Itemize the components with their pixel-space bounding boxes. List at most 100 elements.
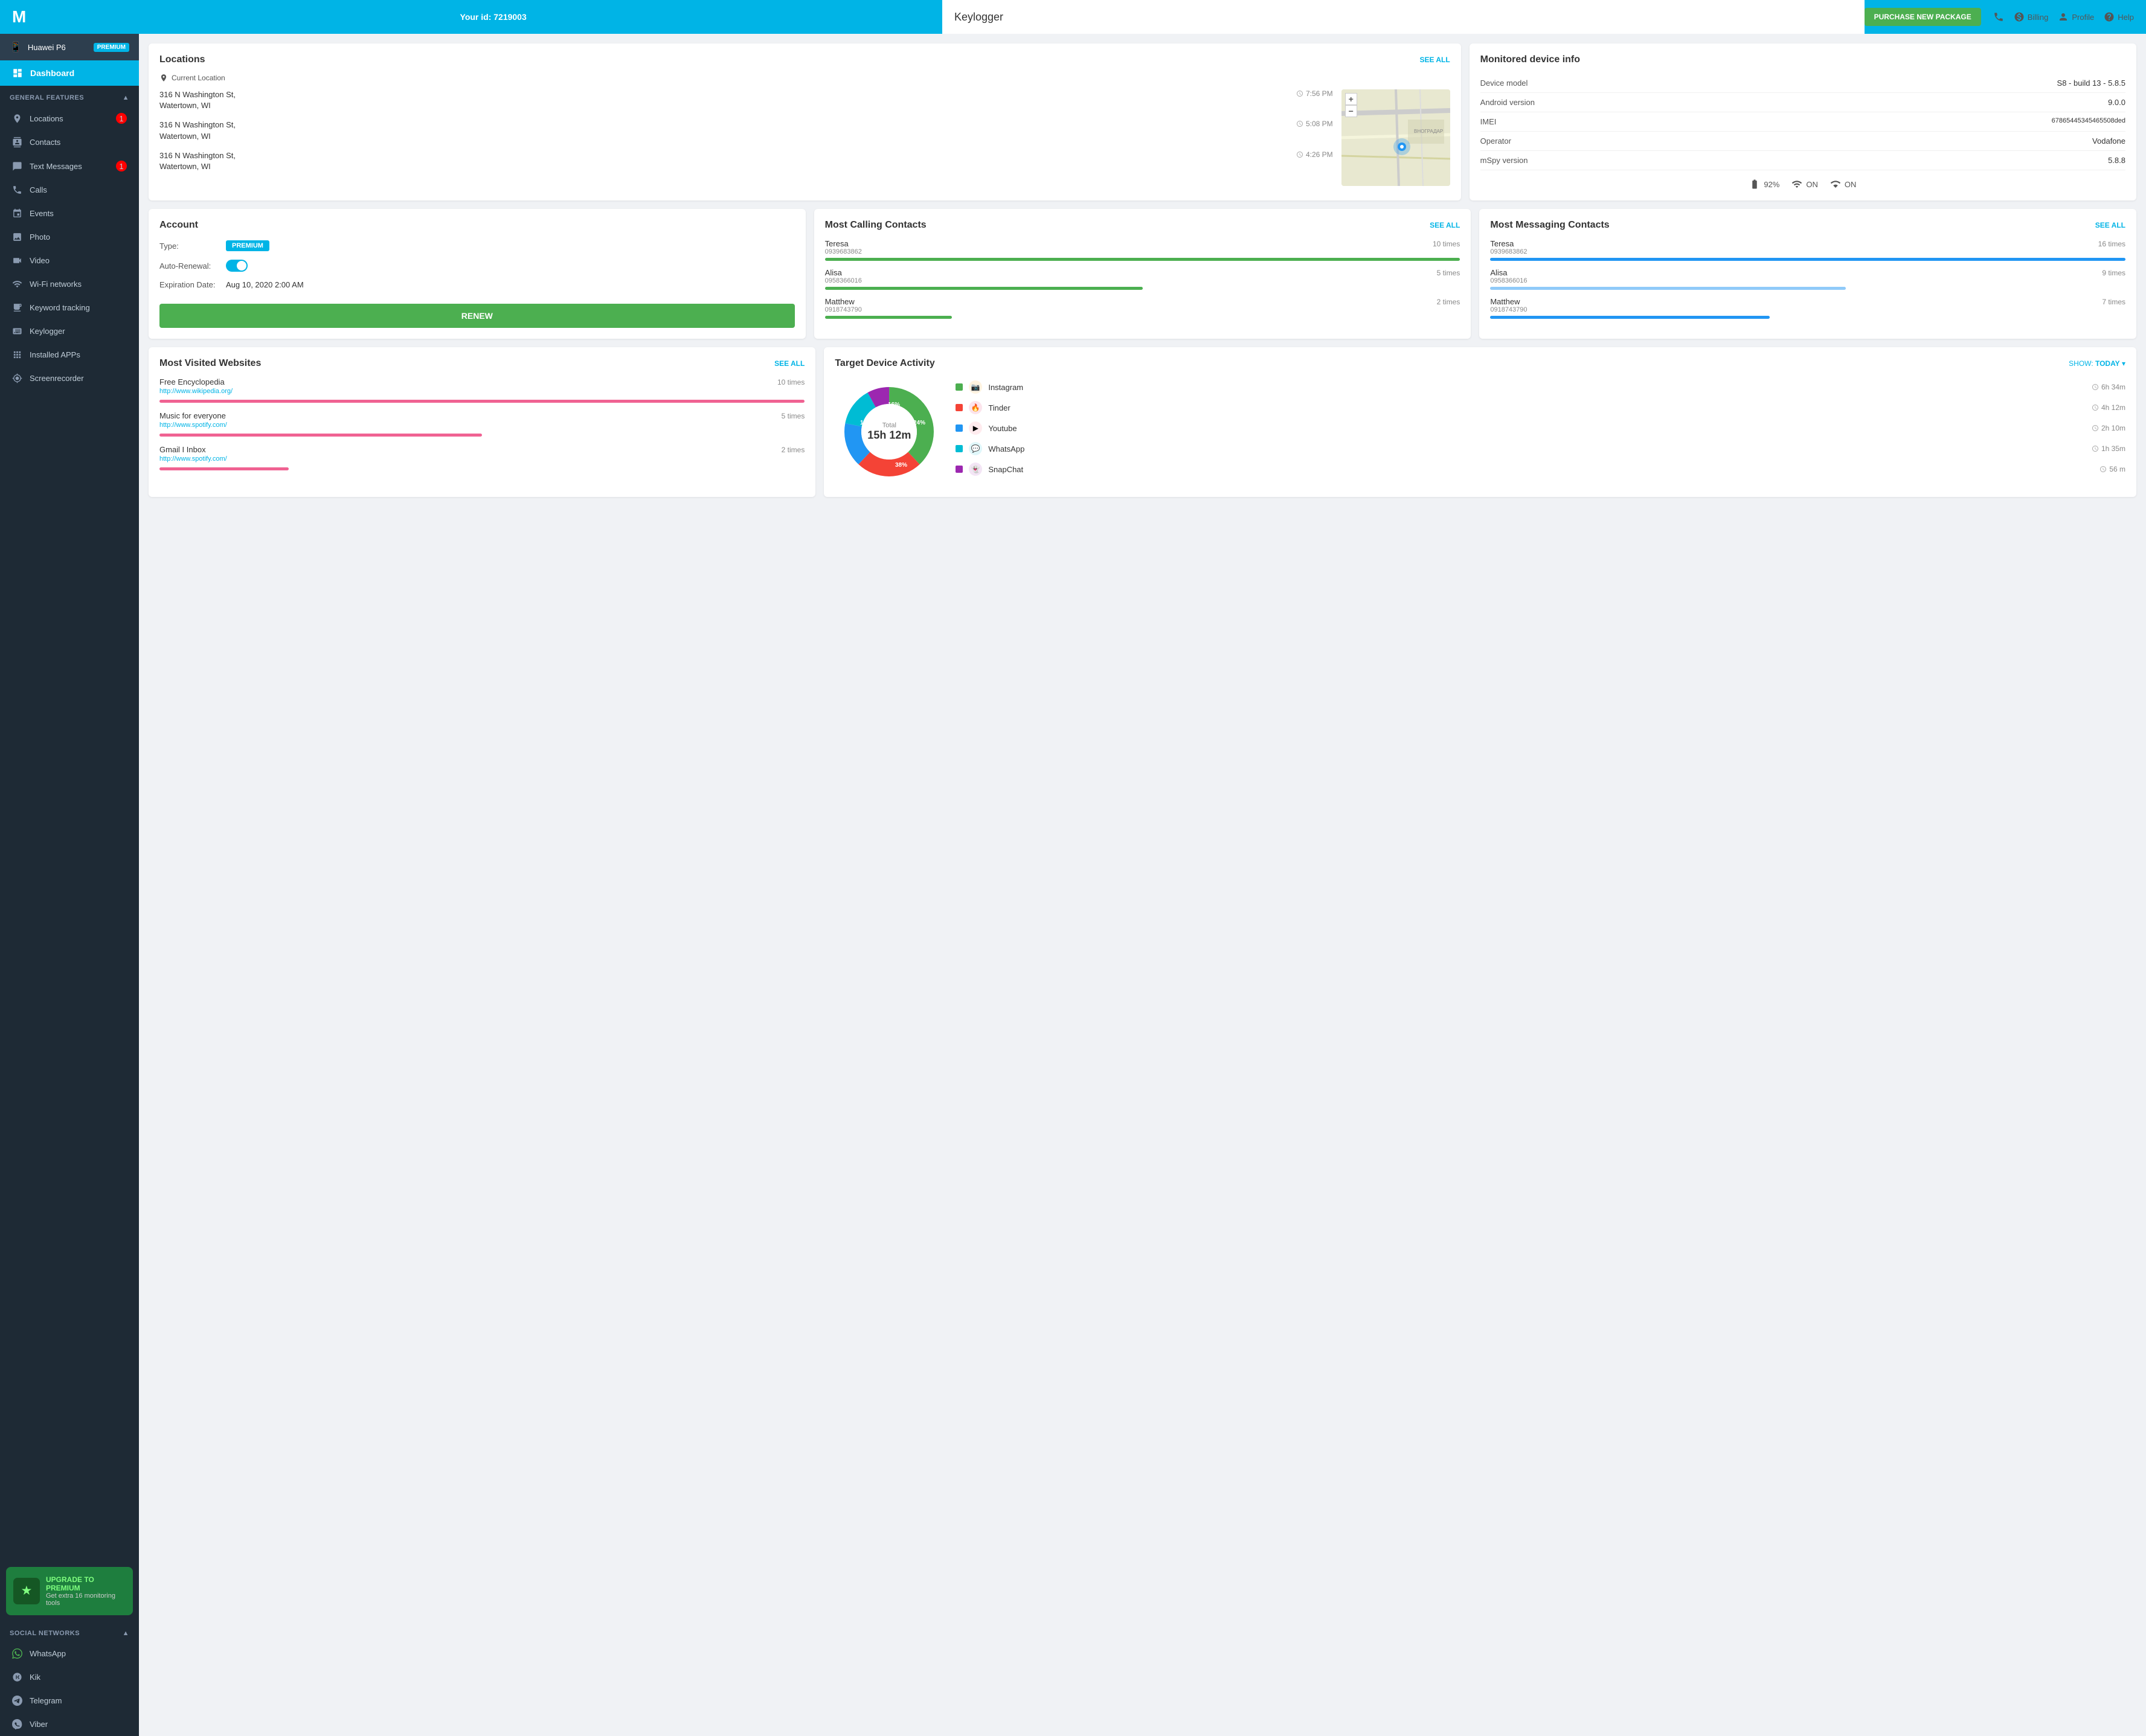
contacts-icon [12, 137, 22, 147]
account-renewal-row: Auto-Renewal: [159, 260, 795, 272]
account-title: Account [159, 220, 795, 231]
help-nav[interactable]: Help [2104, 11, 2134, 22]
list-item: 💬 WhatsApp 1h 35m [956, 442, 2125, 455]
sidebar-item-locations[interactable]: Locations 1 [0, 106, 139, 130]
upgrade-icon: ★ [13, 1578, 40, 1604]
contact-times: 16 times [2098, 240, 2125, 248]
website-name: Music for everyone [159, 411, 227, 420]
type-label: Type: [159, 242, 226, 251]
chevron-up-icon: ▲ [123, 1630, 129, 1637]
contact-bar [1490, 316, 1770, 319]
location-body: 316 N Washington St,Watertown, WI 7:56 P… [159, 89, 1450, 186]
keylogger-label: Keylogger [30, 327, 65, 336]
sidebar-item-video[interactable]: Video [0, 249, 139, 272]
sidebar-item-telegram[interactable]: Telegram [0, 1689, 139, 1712]
contact-bar [825, 287, 1143, 290]
svg-text:ВНОГРАДАР: ВНОГРАДАР [1414, 129, 1443, 134]
upgrade-box[interactable]: ★ UPGRADE TO PREMIUM Get extra 16 monito… [6, 1567, 133, 1615]
contact-phone: 0918743790 [1490, 306, 1527, 313]
operator-row: Operator Vodafone [1480, 132, 2125, 151]
operator-label: Operator [1480, 136, 1511, 146]
device-model-row: Device model S8 - build 13 - 5.8.5 [1480, 74, 2125, 93]
messages-icon [12, 161, 22, 171]
websites-see-all[interactable]: SEE ALL [774, 359, 805, 368]
renew-button[interactable]: RENEW [159, 304, 795, 328]
toggle-knob [237, 261, 246, 271]
sidebar-item-calls[interactable]: Calls [0, 178, 139, 202]
sidebar-item-text-messages[interactable]: Text Messages 1 [0, 154, 139, 178]
list-item: Matthew 0918743790 7 times [1490, 297, 2125, 319]
sidebar-item-screenrecorder[interactable]: Screenrecorder [0, 367, 139, 390]
location-address: 316 N Washington St,Watertown, WI [159, 89, 236, 111]
battery-value: 92% [1764, 180, 1779, 189]
map-svg: ВНОГРАДАР [1341, 89, 1450, 186]
map-zoom-out[interactable]: − [1345, 105, 1357, 117]
activity-show[interactable]: SHOW: TODAY ▾ [2069, 359, 2125, 368]
viber-icon [12, 1719, 22, 1729]
contact-header: Matthew 0918743790 7 times [1490, 297, 2125, 313]
contact-bar [825, 258, 1460, 261]
locations-see-all[interactable]: SEE ALL [1419, 56, 1450, 64]
profile-nav[interactable]: Profile [2058, 11, 2094, 22]
websites-header: Most Visited Websites SEE ALL [159, 358, 805, 369]
sidebar-item-viber[interactable]: Viber [0, 1712, 139, 1736]
sidebar-item-keyword[interactable]: Keyword tracking [0, 296, 139, 319]
donut-center: Total 15h 12m [867, 422, 911, 442]
page-title: Keylogger [942, 0, 1865, 34]
map-controls: + − [1345, 93, 1357, 117]
sidebar-item-photo[interactable]: Photo [0, 225, 139, 249]
billing-nav[interactable]: Billing [2014, 11, 2049, 22]
battery-icon [1749, 179, 1760, 190]
android-value: 9.0.0 [2108, 98, 2125, 107]
phone-nav[interactable] [1993, 11, 2004, 22]
billing-icon [2014, 11, 2025, 22]
contact-times: 7 times [2102, 298, 2125, 306]
instagram-name: Instagram [988, 383, 1023, 392]
contact-name: Teresa [825, 239, 862, 248]
website-times: 2 times [782, 446, 805, 454]
contact-header: Alisa 0958366016 5 times [825, 268, 1460, 284]
sidebar-item-installed-apps[interactable]: Installed APPs [0, 343, 139, 367]
sidebar-item-wifi[interactable]: Wi-Fi networks [0, 272, 139, 296]
location-time: 5:08 PM [1296, 120, 1333, 128]
clock-icon [2092, 404, 2099, 411]
website-url: http://www.spotify.com/ [159, 455, 227, 463]
total-label: Total [867, 422, 911, 429]
activity-show-value: TODAY [2095, 359, 2120, 368]
calling-see-all[interactable]: SEE ALL [1430, 221, 1460, 229]
list-item: Gmail I Inbox http://www.spotify.com/ 2 … [159, 445, 805, 470]
signal-icon [1830, 179, 1841, 190]
auto-renewal-toggle[interactable] [226, 260, 248, 272]
svg-text:★: ★ [21, 1584, 33, 1598]
sidebar-item-keylogger[interactable]: Keylogger [0, 319, 139, 343]
screenrecorder-label: Screenrecorder [30, 374, 84, 383]
dashboard-nav[interactable]: Dashboard [0, 60, 139, 86]
purchase-button[interactable]: PURCHASE NEW PACKAGE [1865, 8, 1981, 26]
contact-name: Alisa [1490, 268, 1527, 277]
tinder-time: 4h 12m [2092, 403, 2125, 412]
messaging-see-all[interactable]: SEE ALL [2095, 221, 2125, 229]
list-item: ▶ Youtube 2h 10m [956, 421, 2125, 435]
legend-left: 👻 SnapChat [956, 463, 1023, 476]
sidebar-item-contacts[interactable]: Contacts [0, 130, 139, 154]
list-item: Music for everyone http://www.spotify.co… [159, 411, 805, 437]
wifi-label: Wi-Fi networks [30, 280, 82, 289]
signal-value: ON [1845, 180, 1857, 189]
clock-icon [2092, 424, 2099, 432]
device-model-label: Device model [1480, 78, 1528, 88]
map-zoom-in[interactable]: + [1345, 93, 1357, 105]
sidebar-item-events[interactable]: Events [0, 202, 139, 225]
activity-legend: 📷 Instagram 6h 34m 🔥 [956, 380, 2125, 483]
instagram-time: 6h 34m [2092, 383, 2125, 391]
youtube-name: Youtube [988, 424, 1017, 433]
android-label: Android version [1480, 98, 1535, 107]
contact-name: Alisa [825, 268, 862, 277]
user-id: Your id: 7219003 [44, 12, 942, 22]
contact-header: Teresa 0939683862 10 times [825, 239, 1460, 255]
whatsapp-label: WhatsApp [30, 1649, 66, 1658]
sidebar-item-kik[interactable]: Kik [0, 1665, 139, 1689]
contact-phone: 0918743790 [825, 306, 862, 313]
profile-label: Profile [2072, 13, 2094, 22]
sidebar-item-whatsapp[interactable]: WhatsApp [0, 1642, 139, 1665]
contact-times: 10 times [1433, 240, 1460, 248]
